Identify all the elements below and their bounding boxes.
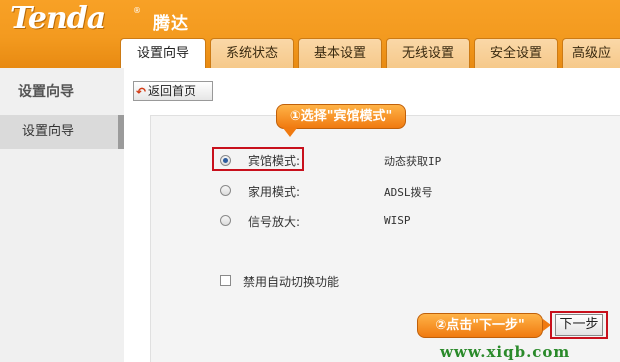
tab-advanced[interactable]: 高级应: [562, 38, 620, 68]
return-arrow-icon: ↶: [136, 85, 147, 99]
signal-boost-type: WISP: [384, 214, 411, 227]
signal-boost-label: 信号放大:: [248, 215, 301, 229]
step1-callout-pointer: [283, 128, 297, 137]
step1-callout: ①选择"宾馆模式": [276, 104, 406, 129]
sidebar: 设置向导 设置向导: [0, 68, 124, 362]
tab-security-settings[interactable]: 安全设置: [474, 38, 558, 68]
step2-callout: ②点击"下一步": [417, 313, 543, 338]
tab-system-status[interactable]: 系统状态: [210, 38, 294, 68]
radio-signal-boost[interactable]: [220, 215, 231, 226]
radio-home-mode[interactable]: [220, 185, 231, 196]
sidebar-title: 设置向导: [18, 84, 74, 100]
registered-mark: ®: [133, 6, 141, 15]
disable-auto-switch-checkbox[interactable]: [220, 275, 231, 286]
next-button[interactable]: 下一步: [555, 314, 603, 336]
disable-auto-switch-label: 禁用自动切换功能: [243, 275, 340, 289]
header-bar: Tenda ® 腾达 设置向导 系统状态 基本设置 无线设置 安全设置 高级应: [0, 0, 620, 69]
tab-basic-settings[interactable]: 基本设置: [298, 38, 382, 68]
home-mode-type: ADSL拨号: [384, 186, 433, 199]
brand-name-cn: 腾达: [153, 14, 189, 34]
home-mode-label: 家用模式:: [248, 185, 301, 199]
tenda-logo: Tenda: [10, 1, 106, 36]
return-home-label: 返回首页: [148, 84, 197, 98]
site-watermark: www.xiqb.com: [440, 343, 571, 361]
hotel-mode-highlight: [212, 147, 304, 171]
tab-setup-wizard[interactable]: 设置向导: [120, 38, 206, 69]
tab-wireless-settings[interactable]: 无线设置: [386, 38, 470, 68]
hotel-mode-type: 动态获取IP: [384, 155, 442, 168]
return-home-button[interactable]: ↶ 返回首页: [133, 81, 213, 101]
sidebar-item-setup-wizard[interactable]: 设置向导: [0, 115, 124, 149]
